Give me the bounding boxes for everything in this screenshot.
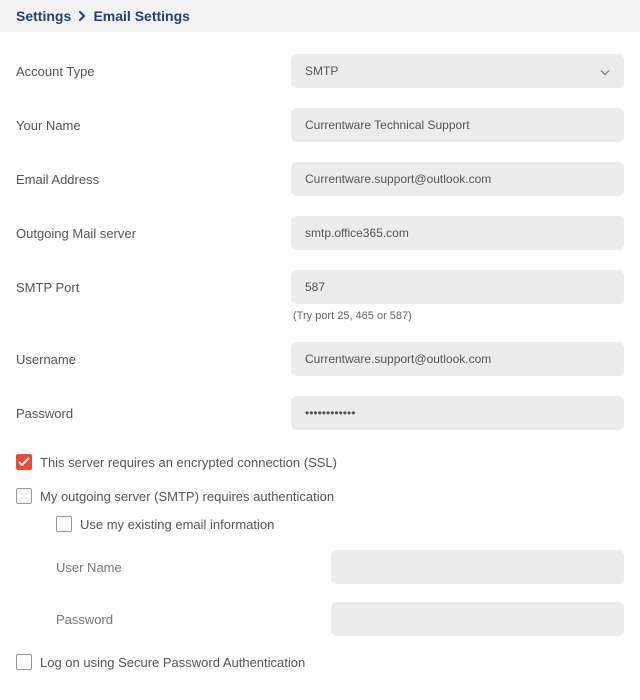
outgoing-mail-server-label: Outgoing Mail server: [16, 226, 291, 241]
email-address-input[interactable]: [291, 162, 624, 196]
ssl-checkbox[interactable]: [16, 454, 32, 470]
your-name-label: Your Name: [16, 118, 291, 133]
username-input[interactable]: [291, 342, 624, 376]
smtp-port-hint: (Try port 25, 465 or 587): [293, 310, 624, 322]
account-type-select[interactable]: SMTP: [291, 54, 624, 88]
spa-label: Log on using Secure Password Authenticat…: [40, 655, 305, 670]
outgoing-mail-server-input[interactable]: [291, 216, 624, 250]
smtp-port-label: SMTP Port: [16, 280, 291, 295]
breadcrumb-current: Email Settings: [93, 8, 189, 24]
sub-username-label: User Name: [56, 560, 331, 575]
use-existing-label: Use my existing email information: [80, 517, 274, 532]
use-existing-checkbox[interactable]: [56, 516, 72, 532]
sub-password-input[interactable]: [331, 602, 624, 636]
account-type-label: Account Type: [16, 64, 291, 79]
sub-password-label: Password: [56, 612, 331, 627]
password-input[interactable]: [291, 396, 624, 430]
email-settings-form: Account Type SMTP Your Name Email Addres…: [0, 32, 640, 700]
password-label: Password: [16, 406, 291, 421]
your-name-input[interactable]: [291, 108, 624, 142]
smtp-auth-checkbox[interactable]: [16, 488, 32, 504]
username-label: Username: [16, 352, 291, 367]
email-address-label: Email Address: [16, 172, 291, 187]
smtp-port-input[interactable]: [291, 270, 624, 304]
breadcrumb: Settings Email Settings: [0, 0, 640, 32]
spa-checkbox[interactable]: [16, 654, 32, 670]
chevron-right-icon: [79, 10, 89, 24]
breadcrumb-parent[interactable]: Settings: [16, 8, 71, 24]
sub-username-input[interactable]: [331, 550, 624, 584]
ssl-label: This server requires an encrypted connec…: [40, 455, 337, 470]
smtp-auth-label: My outgoing server (SMTP) requires authe…: [40, 489, 334, 504]
